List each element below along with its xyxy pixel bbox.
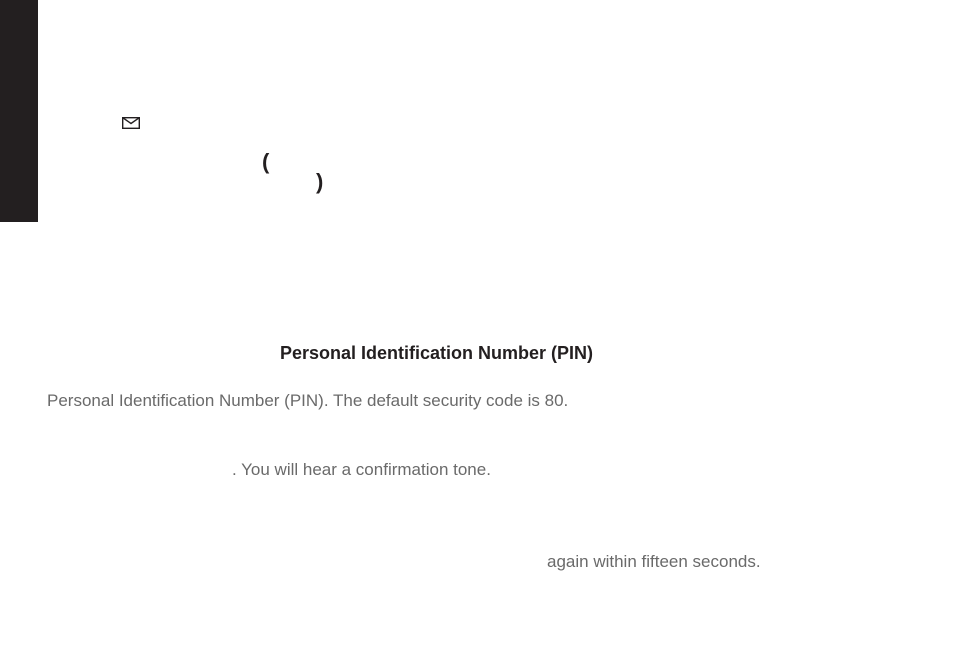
section-heading: Personal Identification Number (PIN)	[280, 343, 593, 364]
body-line-2: . You will hear a confirmation tone.	[232, 460, 491, 480]
paren-right: )	[316, 169, 323, 195]
page-content: ( ) Personal Identification Number (PIN)…	[0, 0, 954, 671]
paren-left: (	[262, 149, 269, 175]
body-line-3: again within fifteen seconds.	[547, 552, 761, 572]
mail-icon	[122, 116, 140, 128]
body-line-1: Personal Identification Number (PIN). Th…	[47, 391, 568, 411]
